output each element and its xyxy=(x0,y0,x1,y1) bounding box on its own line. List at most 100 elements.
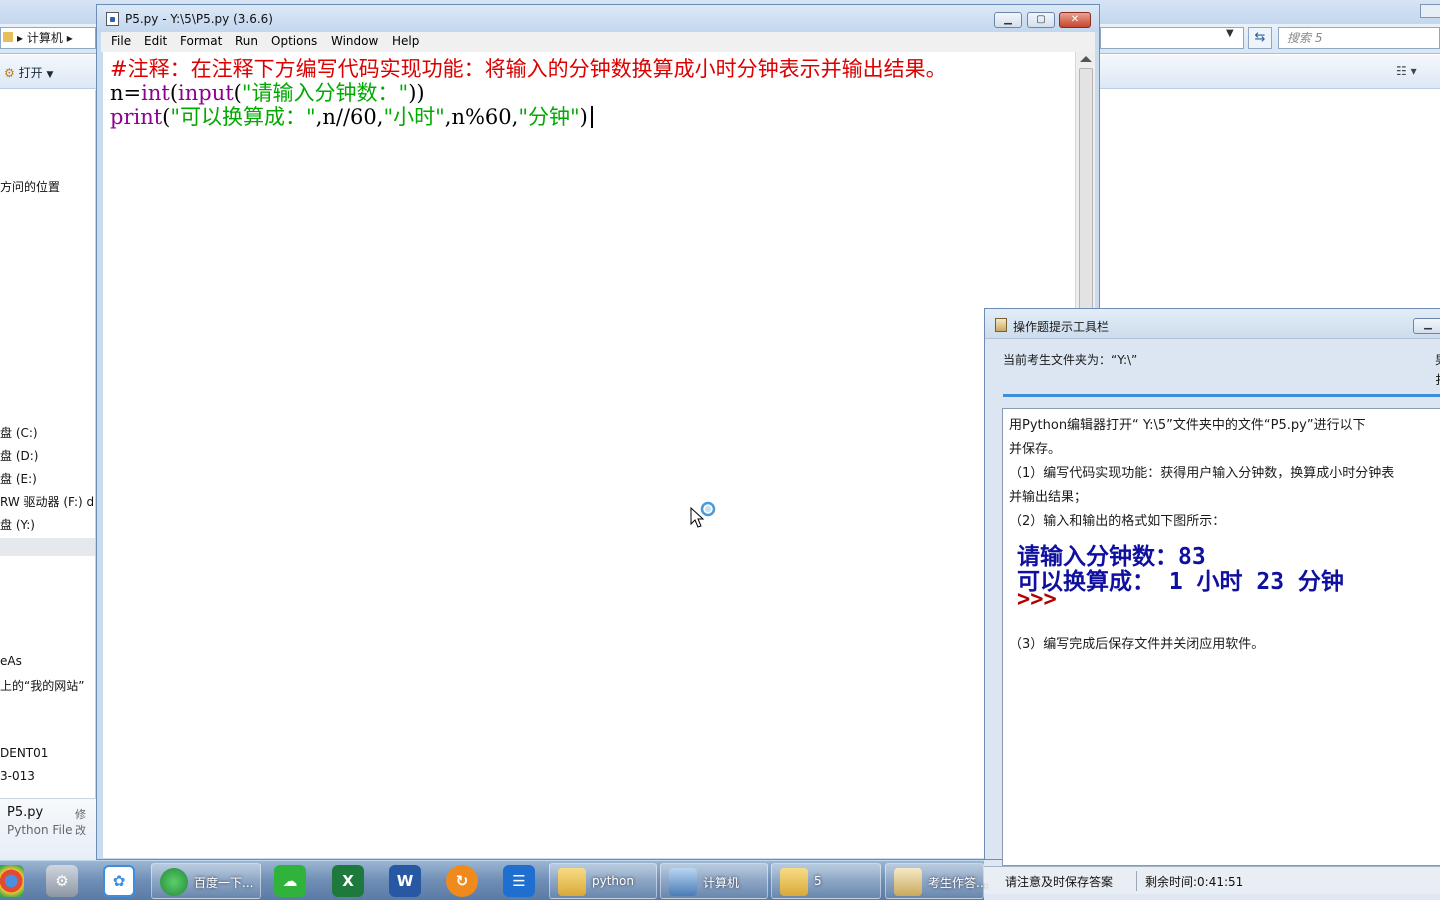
open-label: 打开 xyxy=(18,66,43,80)
chevron-down-icon[interactable]: ▼ xyxy=(1226,28,1234,39)
nav-item-drive-d[interactable]: 盘 (D:) xyxy=(0,447,38,464)
excel-icon[interactable]: X xyxy=(332,865,364,897)
nav-item-network-pc[interactable]: 3-013 xyxy=(0,769,35,783)
grid-app-icon[interactable]: ☰ xyxy=(503,865,535,897)
taskbar-button-label: 考生作答... xyxy=(928,876,988,890)
code-string: "请输入分钟数：" xyxy=(241,81,409,105)
nav-item-drive-f[interactable]: RW 驱动器 (F:) d xyxy=(0,493,94,510)
folder-icon xyxy=(558,868,586,896)
code-string: "可以换算成：" xyxy=(170,105,316,129)
chevron-right-icon: ▸ xyxy=(66,31,73,45)
scroll-up-icon[interactable] xyxy=(1080,56,1092,62)
maximize-button[interactable]: ▢ xyxy=(1027,12,1055,28)
menu-help[interactable]: Help xyxy=(392,34,419,48)
code-string: "分钟" xyxy=(518,105,580,129)
busy-cursor-icon xyxy=(690,501,716,528)
search-input[interactable]: 搜索 5 xyxy=(1278,27,1440,49)
baidu-netdisk-icon[interactable]: ✿ xyxy=(103,865,135,897)
example-output-line: 可以换算成： 1 小时 23 分钟 xyxy=(1017,569,1344,595)
text-caret xyxy=(590,106,593,128)
close-button[interactable]: ✕ xyxy=(1059,12,1091,28)
hint-toolbar-window: 操作题提示工具栏 ▁ 当前考生文件夹为：“Y:\” 男 扌 用Python编辑器… xyxy=(984,308,1440,866)
code-line-2[interactable]: n=int(input("请输入分钟数：")) xyxy=(110,81,425,105)
taskbar-button-label: 5 xyxy=(814,874,822,888)
view-options-icon[interactable]: ☷ ▾ xyxy=(1396,64,1417,78)
idle-titlebar[interactable]: P5.py - Y:\5\P5.py (3.6.6) ▁ ▢ ✕ xyxy=(97,5,1099,33)
nav-item-drive-e[interactable]: 盘 (E:) xyxy=(0,470,37,487)
computer-icon xyxy=(669,868,697,896)
truncated-label: 男 xyxy=(1435,351,1440,368)
taskbar-button-folder-5[interactable]: 5 xyxy=(771,863,881,899)
python-file-icon xyxy=(106,12,119,26)
taskbar: ⚙ ✿ 百度一下... ☁ X W ↻ ☰ python 计算机 5 考生作答.… xyxy=(0,860,988,900)
update-icon[interactable]: ↻ xyxy=(446,865,478,897)
browser-icon xyxy=(160,868,188,896)
menu-window[interactable]: Window xyxy=(331,34,378,48)
menu-edit[interactable]: Edit xyxy=(144,34,167,48)
code-token: ( xyxy=(169,81,179,105)
taskbar-button-label: 计算机 xyxy=(703,876,740,890)
remaining-time-label: 剩余时间:0:41:51 xyxy=(1145,875,1244,889)
details-file-type: Python File xyxy=(7,823,73,837)
example-shell-prompt: >>> xyxy=(1017,587,1057,612)
instruction-line: 用Python编辑器打开“ Y:\5”文件夹中的文件“P5.py”进行以下 xyxy=(1009,418,1366,433)
nav-item-drive-c[interactable]: 盘 (C:) xyxy=(0,424,38,441)
details-file-name: P5.py xyxy=(7,805,44,820)
chevron-down-icon: ▼ xyxy=(46,70,54,80)
menu-bar: File Edit Format Run Options Window Help xyxy=(101,32,1095,52)
nav-item[interactable]: eAs xyxy=(0,654,22,668)
menu-format[interactable]: Format xyxy=(180,34,222,48)
instruction-line: （2）输入和输出的格式如下图所示： xyxy=(1009,514,1226,529)
menu-run[interactable]: Run xyxy=(235,34,258,48)
hint-status-bar: 请注意及时保存答案 剩余时间:0:41:51 xyxy=(984,866,1440,894)
wechat-icon[interactable]: ☁ xyxy=(274,865,306,897)
chrome-icon[interactable] xyxy=(0,865,24,897)
code-builtin: int xyxy=(141,81,170,105)
taskbar-button-browser[interactable]: 百度一下... xyxy=(151,863,261,899)
nav-item[interactable]: 上的“我的网站” xyxy=(0,677,84,694)
code-editor[interactable]: #注释：在注释下方编写代码实现功能：将输入的分钟数换算成小时分钟表示并输出结果。… xyxy=(103,52,1075,858)
hint-minimize-button[interactable]: ▁ xyxy=(1413,318,1440,334)
word-icon[interactable]: W xyxy=(389,865,421,897)
taskbar-button-exam[interactable]: 考生作答... xyxy=(885,863,988,899)
code-token: ) xyxy=(579,105,588,129)
hint-titlebar[interactable]: 操作题提示工具栏 ▁ xyxy=(985,309,1440,339)
save-reminder-label: 请注意及时保存答案 xyxy=(1005,875,1114,889)
exam-app-icon xyxy=(894,868,922,896)
nav-item[interactable]: 方问的位置 xyxy=(0,178,60,195)
nav-item-network-pc[interactable]: DENT01 xyxy=(0,746,48,760)
code-line-1[interactable]: #注释：在注释下方编写代码实现功能：将输入的分钟数换算成小时分钟表示并输出结果。 xyxy=(110,57,947,81)
details-pane: P5.py 修改 Python File xyxy=(0,798,96,860)
idle-editor-window: P5.py - Y:\5\P5.py (3.6.6) ▁ ▢ ✕ File Ed… xyxy=(96,4,1100,860)
instruction-line: （3）编写完成后保存文件并关闭应用软件。 xyxy=(1009,637,1265,652)
folder-icon xyxy=(780,868,808,896)
tool-app-icon[interactable]: ⚙ xyxy=(46,865,78,897)
address-breadcrumb[interactable]: ▸ 计算机 ▸ xyxy=(0,27,96,49)
open-button[interactable]: ⚙ 打开 ▼ xyxy=(4,64,53,81)
breadcrumb-computer[interactable]: 计算机 xyxy=(27,31,63,45)
current-folder-label: 当前考生文件夹为：“Y:\” xyxy=(1003,353,1138,367)
refresh-icon[interactable]: ⇆ xyxy=(1248,27,1272,49)
menu-file[interactable]: File xyxy=(111,34,131,48)
nav-item-drive-y[interactable]: 盘 (Y:) xyxy=(0,516,35,533)
instruction-line: （1）编写代码实现功能：获得用户输入分钟数，换算成小时分钟表 xyxy=(1009,466,1395,481)
taskbar-button-label: python xyxy=(592,874,634,888)
hint-app-icon xyxy=(995,318,1007,332)
code-comment: #注释：在注释下方编写代码实现功能：将输入的分钟数换算成小时分钟表示并输出结果。 xyxy=(110,57,947,81)
explorer-minimize-button[interactable] xyxy=(1420,4,1440,18)
address-field-extension[interactable] xyxy=(1100,27,1244,49)
truncated-label[interactable]: 扌 xyxy=(1435,371,1440,388)
code-builtin: input xyxy=(178,81,234,105)
instruction-line: 并输出结果； xyxy=(1009,490,1088,505)
taskbar-button-label: 百度一下... xyxy=(194,876,254,890)
navigation-pane: 方问的位置 盘 (C:) 盘 (D:) 盘 (E:) RW 驱动器 (F:) d… xyxy=(0,90,96,860)
taskbar-button-python-folder[interactable]: python xyxy=(549,863,657,899)
code-token: ( xyxy=(233,81,242,105)
minimize-button[interactable]: ▁ xyxy=(994,12,1022,28)
hint-divider-bar xyxy=(1003,394,1440,397)
hint-instructions-panel: 用Python编辑器打开“ Y:\5”文件夹中的文件“P5.py”进行以下 并保… xyxy=(1002,408,1440,866)
taskbar-button-computer[interactable]: 计算机 xyxy=(660,863,768,899)
code-line-3[interactable]: print("可以换算成：",n//60,"小时",n%60,"分钟") xyxy=(110,105,593,129)
menu-options[interactable]: Options xyxy=(271,34,317,48)
code-token: ,n//60, xyxy=(315,105,384,129)
